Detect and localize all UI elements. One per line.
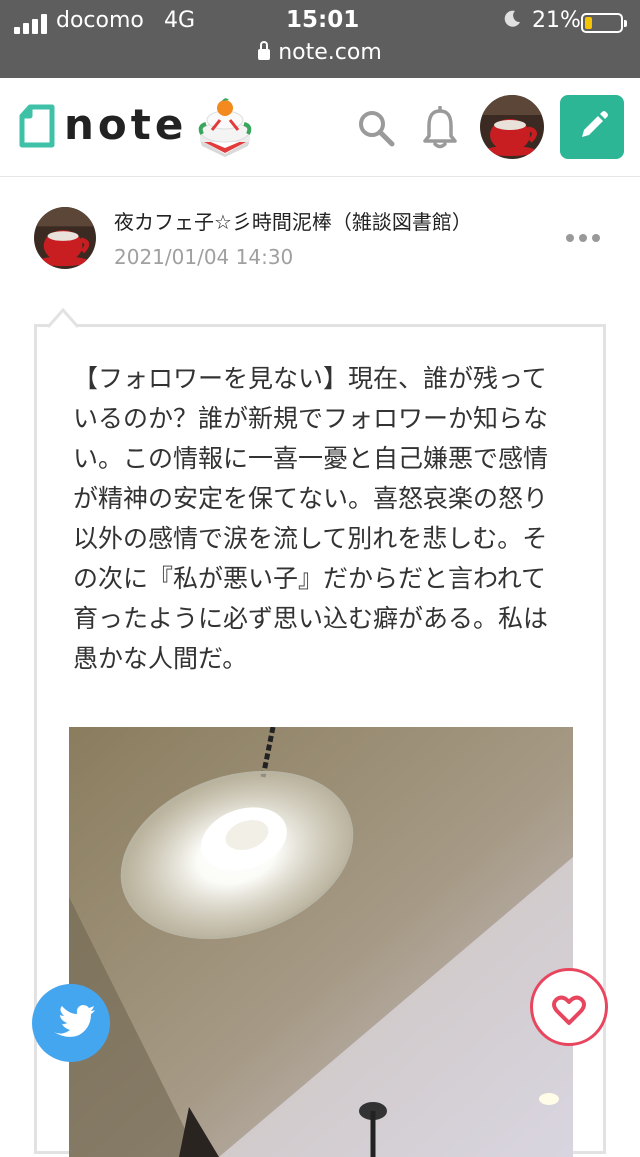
pencil-icon <box>582 111 608 137</box>
bell-icon[interactable] <box>420 106 460 150</box>
post-button[interactable] <box>560 95 624 159</box>
site-header: note <box>0 78 640 177</box>
post-line: 【フォロワーを見ない】現在、誰が残って <box>73 364 547 393</box>
post-card: 【フォロワーを見ない】現在、誰が残って いるのか？誰が新規でフォロワーか知らな … <box>34 324 606 1157</box>
post-body: 【フォロワーを見ない】現在、誰が残って いるのか？誰が新規でフォロワーか知らな … <box>73 359 577 679</box>
network-type: 4G <box>164 8 196 33</box>
battery-percent: 21% <box>532 8 581 33</box>
clock: 15:01 <box>286 7 360 33</box>
carrier-label: docomo <box>56 8 144 33</box>
note-logo-icon <box>19 104 55 148</box>
like-button[interactable] <box>530 968 608 1046</box>
post-date: 2021/01/04 14:30 <box>114 245 294 269</box>
more-options-icon[interactable] <box>566 234 602 244</box>
status-bar: docomo 4G 15:01 21% note.com <box>0 0 640 78</box>
logo-text: note <box>64 100 188 149</box>
post-line: 愚かな人間だ。 <box>73 644 248 673</box>
lock-icon <box>258 41 271 60</box>
battery-icon <box>581 13 627 33</box>
user-avatar[interactable] <box>480 95 544 159</box>
post-line: 育ったように必ず思い込む癖がある。私は <box>73 604 549 633</box>
note-logo[interactable]: note <box>18 100 183 150</box>
post-line: の次に『私が悪い子』だからだと言われて <box>73 564 547 593</box>
signal-icon <box>14 14 48 34</box>
author-name[interactable]: 夜カフェ子☆彡時間泥棒（雑談図書館） <box>114 206 472 235</box>
twitter-icon <box>54 1005 95 1037</box>
search-icon[interactable] <box>356 108 396 148</box>
author-avatar[interactable] <box>34 207 96 269</box>
url-text: note.com <box>278 40 382 65</box>
kagami-mochi-icon <box>198 98 252 157</box>
post-line: が精神の安定を保てない。喜怒哀楽の怒り <box>73 484 549 513</box>
post-line: いるのか？誰が新規でフォロワーか知らな <box>73 404 549 433</box>
twitter-share-button[interactable] <box>32 984 110 1062</box>
card-pointer <box>48 307 78 337</box>
heart-icon <box>552 995 586 1025</box>
post-line: い。この情報に一喜一憂と自己嫌悪で感情 <box>73 444 549 473</box>
post-image[interactable] <box>69 727 573 1157</box>
url-bar[interactable]: note.com <box>0 40 640 65</box>
post-line: 以外の感情で涙を流して別れを悲しむ。そ <box>73 524 548 553</box>
do-not-disturb-icon <box>504 10 520 27</box>
